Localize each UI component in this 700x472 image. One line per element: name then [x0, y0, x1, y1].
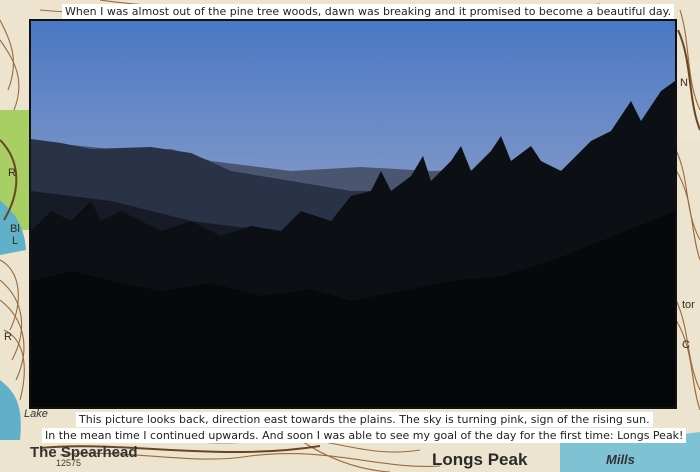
svg-text:R: R: [8, 167, 16, 179]
map-label-mills: Mills: [606, 452, 635, 467]
svg-text:C: C: [682, 339, 690, 351]
map-label-elevation: 12575: [56, 458, 82, 468]
landscape-photo: [29, 19, 677, 409]
map-label-spearhead: The Spearhead: [30, 444, 138, 461]
map-label-longs-peak: Longs Peak: [432, 450, 528, 469]
svg-text:Bl: Bl: [10, 223, 20, 235]
caption-top: When I was almost out of the pine tree w…: [62, 4, 675, 19]
svg-text:R: R: [4, 331, 12, 343]
caption-bottom-line2: In the mean time I continued upwards. An…: [42, 428, 687, 443]
map-label-lake: Lake: [24, 408, 48, 420]
svg-text:tor: tor: [682, 299, 695, 311]
svg-text:L: L: [12, 235, 18, 247]
caption-bottom-line1: This picture looks back, direction east …: [76, 412, 653, 427]
svg-text:N: N: [680, 77, 688, 89]
